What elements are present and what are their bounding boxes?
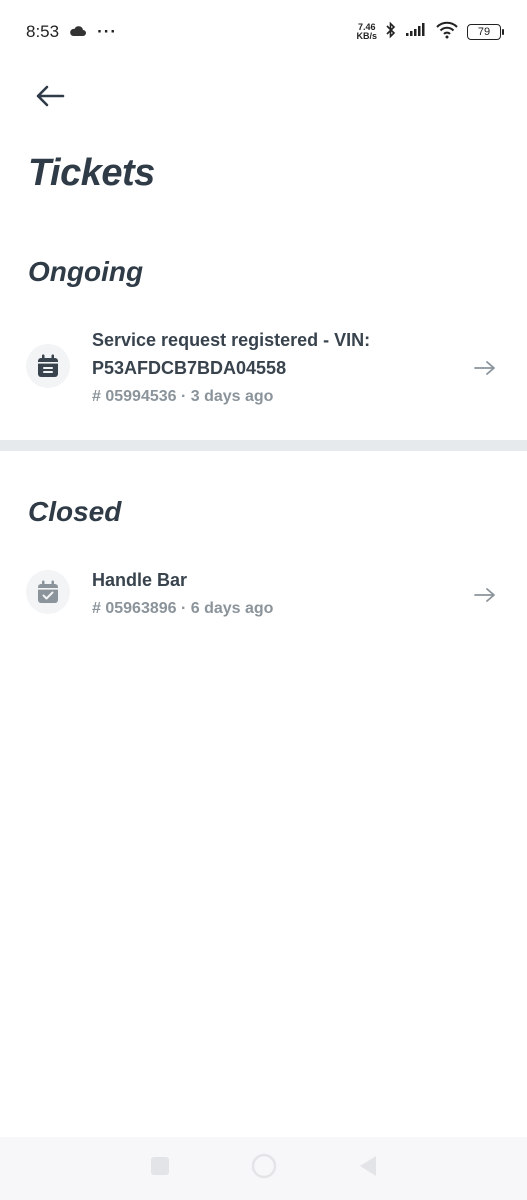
wifi-icon [435,21,459,44]
back-nav-button[interactable] [356,1155,380,1182]
arrow-right-icon [473,356,497,380]
network-speed-unit: KB/s [356,31,377,41]
triangle-back-icon [358,1155,378,1182]
ticket-title: Service request registered - VIN: P53AFD… [92,330,371,378]
ticket-row-ongoing[interactable]: Service request registered - VIN: P53AFD… [0,326,527,416]
system-nav-bar [0,1137,527,1200]
status-right: 7.46 KB/s 79 [356,21,504,44]
circle-icon [251,1153,277,1184]
ticket-row-closed[interactable]: Handle Bar # 05963896 · 6 days ago [0,566,527,626]
recents-button[interactable] [148,1157,172,1181]
tickets-screen: 8:53 ··· 7.46 KB/s 79 Tickets Ongoing Se… [0,0,527,1200]
signal-icon [405,22,427,42]
square-icon [150,1156,170,1181]
battery-level: 79 [477,26,491,38]
page-title: Tickets [28,152,155,194]
status-bar: 8:53 ··· 7.46 KB/s 79 [0,0,527,64]
status-left: 8:53 ··· [26,22,117,42]
section-title-closed: Closed [28,496,122,527]
calendar-check-icon [26,570,70,614]
home-button[interactable] [251,1153,276,1181]
network-speed: 7.46 KB/s [356,23,377,41]
bluetooth-icon [385,21,397,44]
arrow-left-icon [35,85,65,112]
section-divider [0,440,527,451]
ticket-meta: # 05994536 · 3 days ago [92,388,274,405]
battery-indicator: 79 [467,24,504,40]
back-button[interactable] [28,76,72,120]
arrow-right-icon [473,583,497,607]
cloud-icon [69,22,87,42]
calendar-icon [26,344,70,388]
ticket-title: Handle Bar [92,570,188,590]
ticket-meta: # 05963896 · 6 days ago [92,600,274,617]
status-time: 8:53 [26,22,60,41]
section-title-ongoing: Ongoing [28,256,144,287]
more-notifications-icon: ··· [97,22,118,41]
